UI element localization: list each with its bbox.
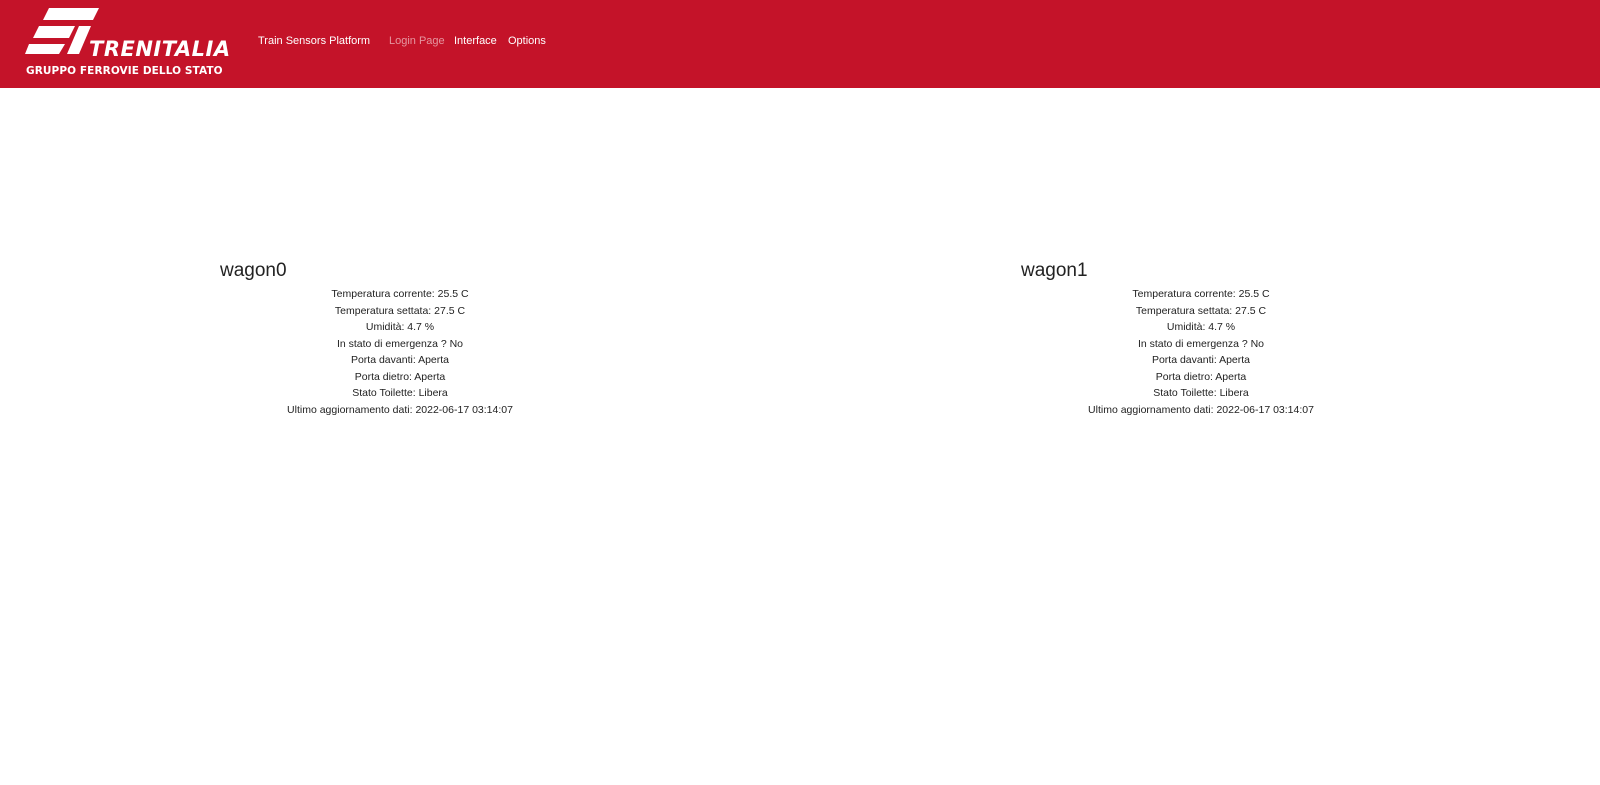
humidity: Umidità: 4.7 % xyxy=(1166,321,1236,333)
wagon-title: wagon1 xyxy=(1021,260,1088,281)
temp-current: Temperatura corrente: 25.5 C xyxy=(1132,288,1270,300)
emergency-status: In stato di emergenza ? No xyxy=(336,337,464,350)
back-door-status: Porta dietro: Aperta xyxy=(1155,370,1247,383)
last-update: Ultimo aggiornamento dati: 2022-06-17 03… xyxy=(1088,403,1314,416)
temp-current: Temperatura corrente: 25.5 C xyxy=(331,288,469,300)
front-door-status: Porta davanti: Aperta xyxy=(350,354,450,366)
wagon-details: Temperatura corrente: 25.5 C Temperatura… xyxy=(220,286,580,418)
nav-login-page[interactable]: Login Page xyxy=(389,35,445,47)
emergency-status: In stato di emergenza ? No xyxy=(1137,337,1265,350)
humidity: Umidità: 4.7 % xyxy=(365,321,435,333)
front-door-status: Porta davanti: Aperta xyxy=(1151,354,1251,366)
brand-link[interactable]: Train Sensors Platform xyxy=(258,35,370,47)
top-navbar: TRENITALIA GRUPPO FERROVIE DELLO STATO T… xyxy=(0,0,1600,88)
trenitalia-logo[interactable]: TRENITALIA GRUPPO FERROVIE DELLO STATO xyxy=(25,6,235,78)
temp-set: Temperatura settata: 27.5 C xyxy=(334,304,466,317)
wagon-title: wagon0 xyxy=(220,260,287,281)
toilet-status: Stato Toilette: Libera xyxy=(1153,387,1249,399)
logo-wordmark: TRENITALIA xyxy=(89,37,231,61)
wagon-card: wagon1 Temperatura corrente: 25.5 C Temp… xyxy=(1021,258,1381,418)
nav-interface[interactable]: Interface xyxy=(454,35,497,47)
toilet-status: Stato Toilette: Libera xyxy=(352,387,448,399)
last-update: Ultimo aggiornamento dati: 2022-06-17 03… xyxy=(287,403,513,416)
wagon-details: Temperatura corrente: 25.5 C Temperatura… xyxy=(1021,286,1381,418)
wagon-card: wagon0 Temperatura corrente: 25.5 C Temp… xyxy=(220,258,580,418)
nav-options[interactable]: Options xyxy=(508,35,546,47)
temp-set: Temperatura settata: 27.5 C xyxy=(1135,304,1267,317)
back-door-status: Porta dietro: Aperta xyxy=(354,370,446,383)
logo-subtitle: GRUPPO FERROVIE DELLO STATO xyxy=(26,65,223,77)
